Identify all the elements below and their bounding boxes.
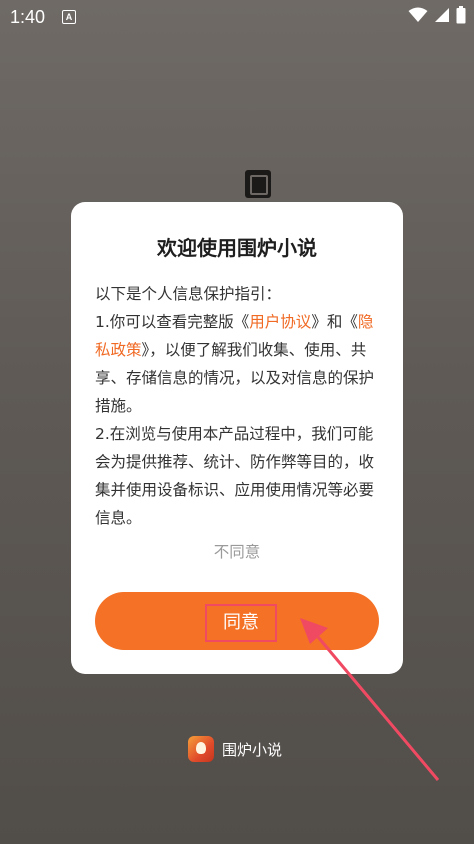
agree-button-label[interactable]: 同意 <box>205 604 277 642</box>
brand-name: 围炉小说 <box>222 740 283 759</box>
paragraph-1-prefix: 1.你可以查看完整版《 <box>95 313 250 331</box>
user-agreement-link[interactable]: 用户协议 <box>249 313 311 331</box>
notification-icon: A <box>62 10 76 24</box>
status-time: 1:40 <box>10 7 46 27</box>
status-bar: 1:40 A <box>0 0 474 34</box>
brand-logo-icon <box>188 736 214 762</box>
signal-icon <box>435 8 449 22</box>
paragraph-1-mid: 》和《 <box>311 313 358 331</box>
dialog-paragraph-2: 2.在浏览与使用本产品过程中，我们可能会为提供推荐、统计、防作弊等目的，收集并使… <box>95 425 375 527</box>
status-icons <box>408 6 466 24</box>
dialog-title: 欢迎使用围炉小说 <box>157 236 317 260</box>
app-logo-icon <box>245 170 271 198</box>
dialog-paragraph-1: 1.你可以查看完整版《用户协议》和《隐私政策》，以便了解我们收集、使用、共享、存… <box>95 308 381 420</box>
dialog-body: 以下是个人信息保护指引： 1.你可以查看完整版《用户协议》和《隐私政策》，以便了… <box>95 280 381 532</box>
wifi-icon <box>408 7 428 22</box>
brand-footer: 围炉小说 <box>188 736 282 762</box>
dialog-intro: 以下是个人信息保护指引： <box>95 285 282 303</box>
privacy-dialog: 欢迎使用围炉小说 以下是个人信息保护指引： 1.你可以查看完整版《用户协议》和《… <box>71 202 403 674</box>
battery-icon <box>456 6 466 24</box>
disagree-button[interactable]: 不同意 <box>71 540 403 562</box>
